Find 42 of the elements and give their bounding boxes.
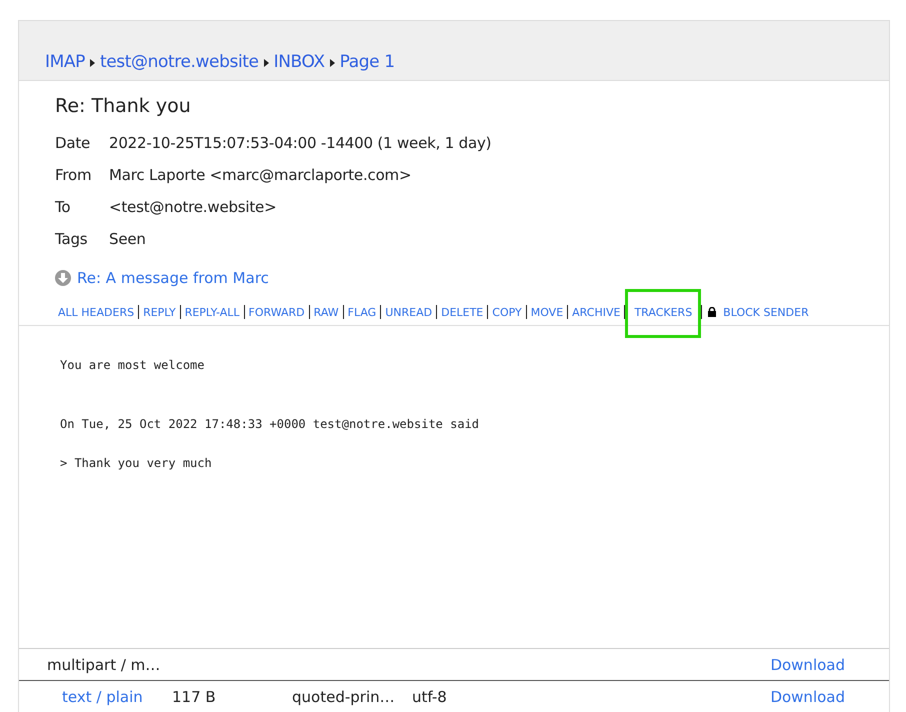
message-subject: Re: Thank you: [55, 95, 192, 117]
parent-message-link[interactable]: Re: A message from Marc: [77, 269, 269, 287]
header-label: Tags: [55, 230, 88, 248]
action-link[interactable]: RAW: [312, 306, 340, 318]
lock-icon: [708, 307, 716, 317]
action-link[interactable]: REPLY-ALL: [184, 306, 241, 318]
breadcrumb-link[interactable]: INBOX: [274, 52, 325, 72]
download-link[interactable]: Download: [770, 656, 845, 674]
part-type-link[interactable]: text / plain: [62, 688, 172, 706]
block-sender-link[interactable]: BLOCK SENDER: [722, 306, 810, 318]
part-type: multipart / m…: [47, 656, 162, 674]
header-label: To: [55, 198, 72, 216]
action-link[interactable]: REPLY: [142, 306, 177, 318]
breadcrumb-link[interactable]: test@notre.website: [100, 52, 259, 72]
action-link[interactable]: TRACKERS: [628, 292, 698, 334]
header-value: Marc Laporte <marc@marclaporte.com>: [109, 166, 412, 184]
action-link[interactable]: ARCHIVE: [571, 306, 622, 318]
header-value: <test@notre.website>: [109, 198, 276, 216]
action-link[interactable]: ALL HEADERS: [57, 306, 136, 318]
breadcrumb-link[interactable]: IMAP: [45, 52, 85, 72]
action-link[interactable]: DELETE: [440, 306, 484, 318]
action-link[interactable]: COPY: [491, 306, 523, 318]
breadcrumb-link[interactable]: Page 1: [340, 52, 395, 72]
caret-icon: [264, 59, 269, 67]
action-link[interactable]: UNREAD: [384, 306, 434, 318]
message-line: > Thank you very much: [60, 454, 213, 472]
action-link[interactable]: FORWARD: [248, 306, 306, 318]
caret-icon: [330, 59, 335, 67]
action-link[interactable]: FLAG: [346, 306, 378, 318]
action-link[interactable]: MOVE: [530, 306, 564, 318]
part-charset: utf-8: [412, 688, 448, 706]
part-size: 117 B: [172, 688, 217, 706]
part-encoding: quoted-prin…: [292, 688, 396, 706]
header-value: Seen: [109, 230, 146, 248]
header-label: From: [55, 166, 92, 184]
message-line: On Tue, 25 Oct 2022 17:48:33 +0000 test@notre.website said: [60, 416, 480, 432]
header-label: Date: [55, 134, 92, 152]
caret-icon: [90, 59, 95, 67]
down-arrow-icon: [55, 270, 71, 286]
message-line: You are most welcome: [60, 357, 206, 374]
download-link[interactable]: Download: [770, 688, 845, 706]
header-value: 2022-10-25T15:07:53-04:00 -14400 (1 week, 1 day): [109, 134, 492, 152]
